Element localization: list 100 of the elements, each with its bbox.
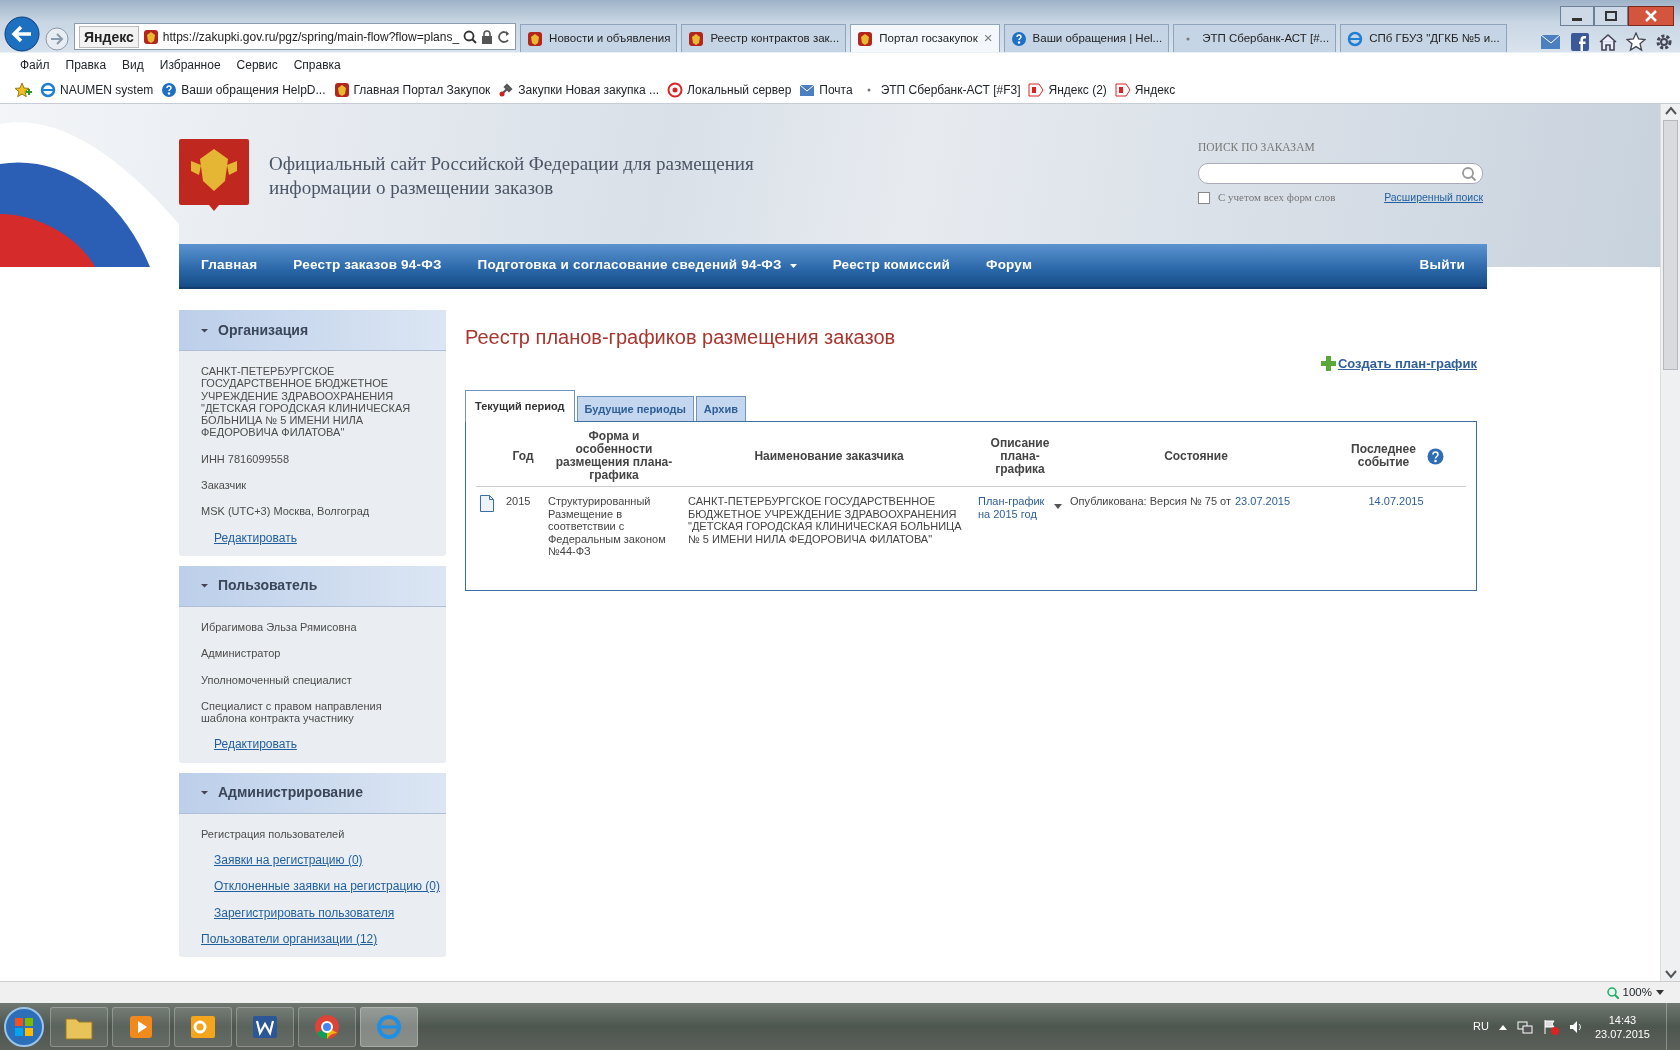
scrollbar[interactable]	[1660, 104, 1680, 981]
clock-date[interactable]: 23.07.2015	[1594, 1026, 1650, 1041]
browser-tab[interactable]: Реестр контрактов зак...	[681, 24, 847, 52]
restore-button[interactable]	[1594, 6, 1628, 26]
date-link[interactable]: 23.07.2015	[1235, 495, 1291, 508]
nav-link[interactable]: Реестр заказов 94-ФЗ	[293, 255, 442, 276]
caret-icon[interactable]	[1656, 990, 1664, 995]
clock-time[interactable]: 14:43	[1594, 1012, 1650, 1027]
sidebar-text: MSK (UTC+3) Москва, Волгоград	[200, 505, 371, 518]
sidebar-link[interactable]: Пользователи организации (12)	[201, 931, 378, 946]
sidebar-link[interactable]: Редактировать	[214, 530, 297, 545]
help-icon	[1010, 30, 1027, 47]
sidebar-link[interactable]: Редактировать	[214, 737, 297, 752]
emblem-icon	[688, 30, 705, 47]
section-header[interactable]: Администрирование	[179, 772, 446, 814]
favorite-link[interactable]: Почта	[819, 81, 853, 99]
emblem-icon	[142, 28, 159, 45]
taskbar-button[interactable]	[50, 1006, 108, 1047]
emblem-icon	[333, 82, 350, 98]
column-header: Наименование заказчика	[754, 448, 904, 463]
period-tab[interactable]: Будущие периоды	[576, 395, 694, 421]
period-tab[interactable]: Текущий период	[465, 389, 575, 422]
scroll-thumb[interactable]	[1663, 120, 1678, 370]
address-bar[interactable]: Яндекс https://zakupki.gov.ru/pgz/spring/main-flow?flow=plans_	[74, 23, 517, 50]
browser-tab[interactable]: Ваши обращения | Hel...	[1003, 24, 1170, 52]
help-icon[interactable]	[1426, 447, 1444, 465]
favorite-link[interactable]: Закупки Новая закупка ...	[518, 81, 660, 99]
browser-tab[interactable]: Портал госзакупок ×	[850, 24, 1000, 52]
column-header: Описание плана-графика	[990, 436, 1050, 476]
facebook-icon[interactable]	[1570, 32, 1590, 52]
nav-link[interactable]: Подготовка и согласование сведений 94-ФЗ	[477, 255, 797, 276]
home-icon[interactable]	[1598, 32, 1618, 52]
dropdown-caret-icon[interactable]	[1054, 504, 1062, 509]
favorite-link[interactable]: Яндекс (2)	[1048, 81, 1107, 99]
favorite-link[interactable]: ЭТП Сбербанк-АСТ [#F3]	[880, 81, 1021, 99]
flag-error-icon[interactable]	[1542, 1018, 1559, 1035]
menu-item[interactable]: Файл	[12, 56, 58, 74]
advanced-search-link[interactable]: Расширенный поиск	[1384, 189, 1483, 206]
search-icon[interactable]	[463, 29, 478, 44]
checkbox[interactable]	[1198, 191, 1210, 204]
column-header: Состояние	[1164, 448, 1228, 463]
favorite-link[interactable]: NAUMEN system	[60, 81, 154, 99]
section-header[interactable]: Организация	[179, 310, 446, 351]
refresh-icon[interactable]	[497, 29, 512, 44]
minimize-button[interactable]	[1560, 6, 1594, 26]
section-header[interactable]: Пользователь	[179, 565, 446, 607]
record-icon	[667, 82, 684, 98]
nav-link[interactable]: Главная	[201, 255, 258, 276]
logout-link[interactable]: Выйти	[1419, 255, 1465, 276]
dot-icon	[866, 88, 871, 92]
favorite-link[interactable]: Ваши обращения HelpD...	[181, 81, 326, 99]
sidebar-link[interactable]: Отклоненные заявки на регистрацию (0)	[214, 879, 441, 894]
sidebar-text: САНКТ-ПЕТЕРБУРГСКОЕ ГОСУДАРСТВЕННОЕ БЮДЖЕТНОЕ УЧРЕЖДЕНИЕ ЗДРАВООХРАНЕНИЯ "ДЕТСКАЯ ГОРОДСКАЯ КЛИНИЧЕСКАЯ БОЛЬНИЦА № 5 ИМЕНИ НИЛА ФЕДОРОВИЧА ФИЛАТОВА"	[200, 365, 412, 439]
nav-link[interactable]: Форум	[985, 255, 1033, 276]
close-tab-button[interactable]: ×	[983, 27, 993, 50]
period-tab[interactable]: Архив	[695, 395, 746, 421]
browser-tab[interactable]: СПб ГБУЗ "ДГКБ №5 и...	[1340, 24, 1507, 52]
date-link[interactable]: 14.07.2015	[1368, 495, 1424, 507]
nav-link[interactable]: Реестр комиссий	[832, 255, 950, 276]
caret-down-icon	[201, 789, 208, 797]
search-brand-logo: Яндекс	[79, 25, 139, 48]
settings-icon[interactable]	[1654, 32, 1674, 52]
sidebar-link[interactable]: Зарегистрировать пользователя	[214, 905, 395, 920]
column-header: Год	[512, 448, 534, 463]
start-button[interactable]	[2, 1004, 46, 1049]
taskbar-button[interactable]	[298, 1006, 356, 1047]
column-header: Форма и особенности размещения плана-графика	[555, 430, 673, 482]
plus-icon	[1320, 356, 1336, 372]
favorite-link[interactable]: Локальный сервер	[687, 81, 792, 99]
lock-icon[interactable]	[481, 29, 494, 44]
sidebar-text: ИНН 7816099558	[200, 452, 291, 466]
menu-item[interactable]: Избранное	[151, 56, 229, 74]
taskbar-button[interactable]	[174, 1006, 232, 1047]
star-icon[interactable]	[1626, 32, 1646, 52]
sidebar-text: Регистрация пользователей	[200, 827, 346, 841]
network-icon[interactable]	[1516, 1019, 1533, 1034]
zoom-level[interactable]: 100%	[1622, 983, 1652, 1002]
language-indicator[interactable]: RU	[1473, 1018, 1489, 1035]
menu-item[interactable]: Сервис	[228, 56, 286, 74]
mail-icon[interactable]	[1540, 32, 1562, 52]
add-favorite-icon[interactable]	[14, 82, 32, 98]
sidebar-link[interactable]: Заявки на регистрацию (0)	[214, 853, 363, 868]
menu-item[interactable]: Правка	[57, 56, 115, 74]
back-button[interactable]	[4, 16, 40, 52]
create-plan-link[interactable]: Создать план-график	[1337, 354, 1477, 374]
menu-item[interactable]: Вид	[114, 56, 152, 74]
caret-down-icon	[201, 326, 208, 334]
browser-tab[interactable]: Новости и объявления	[520, 24, 678, 52]
tray-arrow-icon[interactable]	[1498, 1023, 1507, 1030]
favorite-link[interactable]: Яндекс	[1134, 81, 1176, 99]
close-button[interactable]	[1628, 6, 1674, 26]
tools-icon	[498, 82, 515, 98]
taskbar-button[interactable]	[112, 1006, 170, 1047]
url-text: https://zakupki.gov.ru/pgz/spring/main-flow?flow=plans_	[162, 28, 460, 46]
menu-item[interactable]: Справка	[285, 56, 349, 74]
favorite-link[interactable]: Главная Портал Закупок	[353, 81, 491, 99]
plan-link[interactable]: План-график на 2015 год	[978, 495, 1046, 520]
taskbar-button[interactable]	[236, 1006, 294, 1047]
search-field[interactable]	[1198, 163, 1483, 185]
browser-tab[interactable]: ЭТП Сбербанк-АСТ [#...	[1173, 24, 1337, 52]
